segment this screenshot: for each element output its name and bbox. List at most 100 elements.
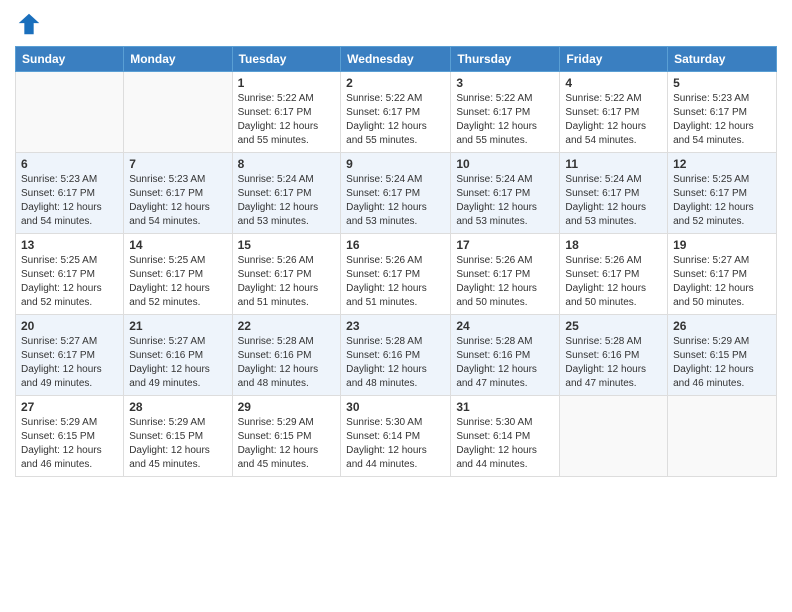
calendar-cell: 12 Sunrise: 5:25 AMSunset: 6:17 PMDayligh… <box>668 153 777 234</box>
calendar-cell: 2Sunrise: 5:22 AMSunset: 6:17 PMDaylight… <box>341 72 451 153</box>
calendar-cell: 11 Sunrise: 5:24 AMSunset: 6:17 PMDayligh… <box>560 153 668 234</box>
day-info: Sunrise: 5:24 AMSunset: 6:17 PMDaylight:… <box>565 173 662 229</box>
day-info: Sunrise: 5:28 AMSunset: 6:16 PMDaylight:… <box>238 335 336 391</box>
day-info: Sunrise: 5:22 AMSunset: 6:17 PMDaylight:… <box>238 92 336 148</box>
day-info: Sunrise: 5:26 AMSunset: 6:17 PMDaylight:… <box>346 254 445 310</box>
day-info: Sunrise: 5:25 AMSunset: 6:17 PMDaylight:… <box>21 254 118 310</box>
calendar-cell: 8 Sunrise: 5:24 AMSunset: 6:17 PMDaylight… <box>232 153 341 234</box>
calendar-cell: 24 Sunrise: 5:28 AMSunset: 6:16 PMDayligh… <box>451 315 560 396</box>
day-number: 1 <box>238 76 336 90</box>
day-number: 4 <box>565 76 662 90</box>
logo <box>15 10 47 38</box>
calendar-week-row: 20 Sunrise: 5:27 AMSunset: 6:17 PMDayligh… <box>16 315 777 396</box>
day-number: 5 <box>673 76 771 90</box>
calendar-cell: 18 Sunrise: 5:26 AMSunset: 6:17 PMDayligh… <box>560 234 668 315</box>
calendar-cell: 31 Sunrise: 5:30 AMSunset: 6:14 PMDayligh… <box>451 396 560 477</box>
day-info: Sunrise: 5:30 AMSunset: 6:14 PMDaylight:… <box>456 416 554 472</box>
calendar-cell: 28 Sunrise: 5:29 AMSunset: 6:15 PMDayligh… <box>124 396 232 477</box>
day-number: 6 <box>21 157 118 171</box>
day-number: 12 <box>673 157 771 171</box>
calendar-cell: 3Sunrise: 5:22 AMSunset: 6:17 PMDaylight… <box>451 72 560 153</box>
day-info: Sunrise: 5:26 AMSunset: 6:17 PMDaylight:… <box>565 254 662 310</box>
day-number: 14 <box>129 238 226 252</box>
calendar-cell: 27Sunrise: 5:29 AMSunset: 6:15 PMDayligh… <box>16 396 124 477</box>
day-number: 29 <box>238 400 336 414</box>
day-info: Sunrise: 5:27 AMSunset: 6:17 PMDaylight:… <box>673 254 771 310</box>
day-info: Sunrise: 5:26 AMSunset: 6:17 PMDaylight:… <box>238 254 336 310</box>
calendar-cell: 20 Sunrise: 5:27 AMSunset: 6:17 PMDayligh… <box>16 315 124 396</box>
day-info: Sunrise: 5:28 AMSunset: 6:16 PMDaylight:… <box>456 335 554 391</box>
calendar-header-monday: Monday <box>124 47 232 72</box>
day-number: 11 <box>565 157 662 171</box>
logo-icon <box>15 10 43 38</box>
day-info: Sunrise: 5:22 AMSunset: 6:17 PMDaylight:… <box>346 92 445 148</box>
day-number: 15 <box>238 238 336 252</box>
day-info: Sunrise: 5:30 AMSunset: 6:14 PMDaylight:… <box>346 416 445 472</box>
day-info: Sunrise: 5:23 AMSunset: 6:17 PMDaylight:… <box>129 173 226 229</box>
calendar-cell: 23 Sunrise: 5:28 AMSunset: 6:16 PMDayligh… <box>341 315 451 396</box>
calendar-header-tuesday: Tuesday <box>232 47 341 72</box>
day-number: 9 <box>346 157 445 171</box>
day-number: 23 <box>346 319 445 333</box>
day-number: 18 <box>565 238 662 252</box>
calendar-header-sunday: Sunday <box>16 47 124 72</box>
calendar-week-row: 27 Sunrise: 5:29 AMSunset: 6:15 PMDayligh… <box>16 396 777 477</box>
calendar-header-friday: Friday <box>560 47 668 72</box>
day-info: Sunrise: 5:24 AMSunset: 6:17 PMDaylight:… <box>456 173 554 229</box>
calendar-cell: 5 Sunrise: 5:23 AMSunset: 6:17 PMDaylight… <box>668 72 777 153</box>
calendar-cell: 7 Sunrise: 5:23 AMSunset: 6:17 PMDaylight… <box>124 153 232 234</box>
calendar-cell: 22 Sunrise: 5:28 AMSunset: 6:16 PMDayligh… <box>232 315 341 396</box>
calendar-header-wednesday: Wednesday <box>341 47 451 72</box>
day-number: 25 <box>565 319 662 333</box>
day-number: 16 <box>346 238 445 252</box>
day-info: Sunrise: 5:28 AMSunset: 6:16 PMDaylight:… <box>346 335 445 391</box>
day-number: 26 <box>673 319 771 333</box>
day-info: Sunrise: 5:23 AMSunset: 6:17 PMDaylight:… <box>21 173 118 229</box>
day-number: 27 <box>21 400 118 414</box>
day-number: 7 <box>129 157 226 171</box>
day-info: Sunrise: 5:28 AMSunset: 6:16 PMDaylight:… <box>565 335 662 391</box>
day-info: Sunrise: 5:23 AMSunset: 6:17 PMDaylight:… <box>673 92 771 148</box>
day-number: 10 <box>456 157 554 171</box>
day-info: Sunrise: 5:27 AMSunset: 6:16 PMDaylight:… <box>129 335 226 391</box>
day-info: Sunrise: 5:22 AMSunset: 6:17 PMDaylight:… <box>565 92 662 148</box>
day-number: 22 <box>238 319 336 333</box>
calendar-cell: 26 Sunrise: 5:29 AMSunset: 6:15 PMDayligh… <box>668 315 777 396</box>
day-info: Sunrise: 5:29 AMSunset: 6:15 PMDaylight:… <box>238 416 336 472</box>
day-info: Sunrise: 5:27 AMSunset: 6:17 PMDaylight:… <box>21 335 118 391</box>
calendar-cell: 15 Sunrise: 5:26 AMSunset: 6:17 PMDayligh… <box>232 234 341 315</box>
calendar: SundayMondayTuesdayWednesdayThursdayFrid… <box>15 46 777 477</box>
calendar-cell: 17Sunrise: 5:26 AMSunset: 6:17 PMDayligh… <box>451 234 560 315</box>
page: SundayMondayTuesdayWednesdayThursdayFrid… <box>0 0 792 612</box>
day-number: 28 <box>129 400 226 414</box>
day-info: Sunrise: 5:29 AMSunset: 6:15 PMDaylight:… <box>673 335 771 391</box>
calendar-header-row: SundayMondayTuesdayWednesdayThursdayFrid… <box>16 47 777 72</box>
day-number: 3 <box>456 76 554 90</box>
day-info: Sunrise: 5:25 AMSunset: 6:17 PMDaylight:… <box>673 173 771 229</box>
day-info: Sunrise: 5:29 AMSunset: 6:15 PMDaylight:… <box>129 416 226 472</box>
calendar-cell: 4 Sunrise: 5:22 AMSunset: 6:17 PMDaylight… <box>560 72 668 153</box>
day-info: Sunrise: 5:25 AMSunset: 6:17 PMDaylight:… <box>129 254 226 310</box>
day-number: 17 <box>456 238 554 252</box>
day-number: 8 <box>238 157 336 171</box>
calendar-week-row: 1 Sunrise: 5:22 AMSunset: 6:17 PMDaylight… <box>16 72 777 153</box>
calendar-header-thursday: Thursday <box>451 47 560 72</box>
day-info: Sunrise: 5:24 AMSunset: 6:17 PMDaylight:… <box>346 173 445 229</box>
calendar-cell: 29 Sunrise: 5:29 AMSunset: 6:15 PMDayligh… <box>232 396 341 477</box>
calendar-cell <box>124 72 232 153</box>
day-number: 20 <box>21 319 118 333</box>
day-number: 31 <box>456 400 554 414</box>
calendar-week-row: 6 Sunrise: 5:23 AMSunset: 6:17 PMDaylight… <box>16 153 777 234</box>
day-number: 30 <box>346 400 445 414</box>
day-number: 21 <box>129 319 226 333</box>
calendar-cell: 6 Sunrise: 5:23 AMSunset: 6:17 PMDaylight… <box>16 153 124 234</box>
calendar-cell: 19Sunrise: 5:27 AMSunset: 6:17 PMDayligh… <box>668 234 777 315</box>
day-number: 13 <box>21 238 118 252</box>
calendar-cell <box>668 396 777 477</box>
day-number: 24 <box>456 319 554 333</box>
header <box>15 10 777 38</box>
calendar-cell: 14 Sunrise: 5:25 AMSunset: 6:17 PMDayligh… <box>124 234 232 315</box>
day-info: Sunrise: 5:24 AMSunset: 6:17 PMDaylight:… <box>238 173 336 229</box>
calendar-header-saturday: Saturday <box>668 47 777 72</box>
calendar-week-row: 13 Sunrise: 5:25 AMSunset: 6:17 PMDayligh… <box>16 234 777 315</box>
